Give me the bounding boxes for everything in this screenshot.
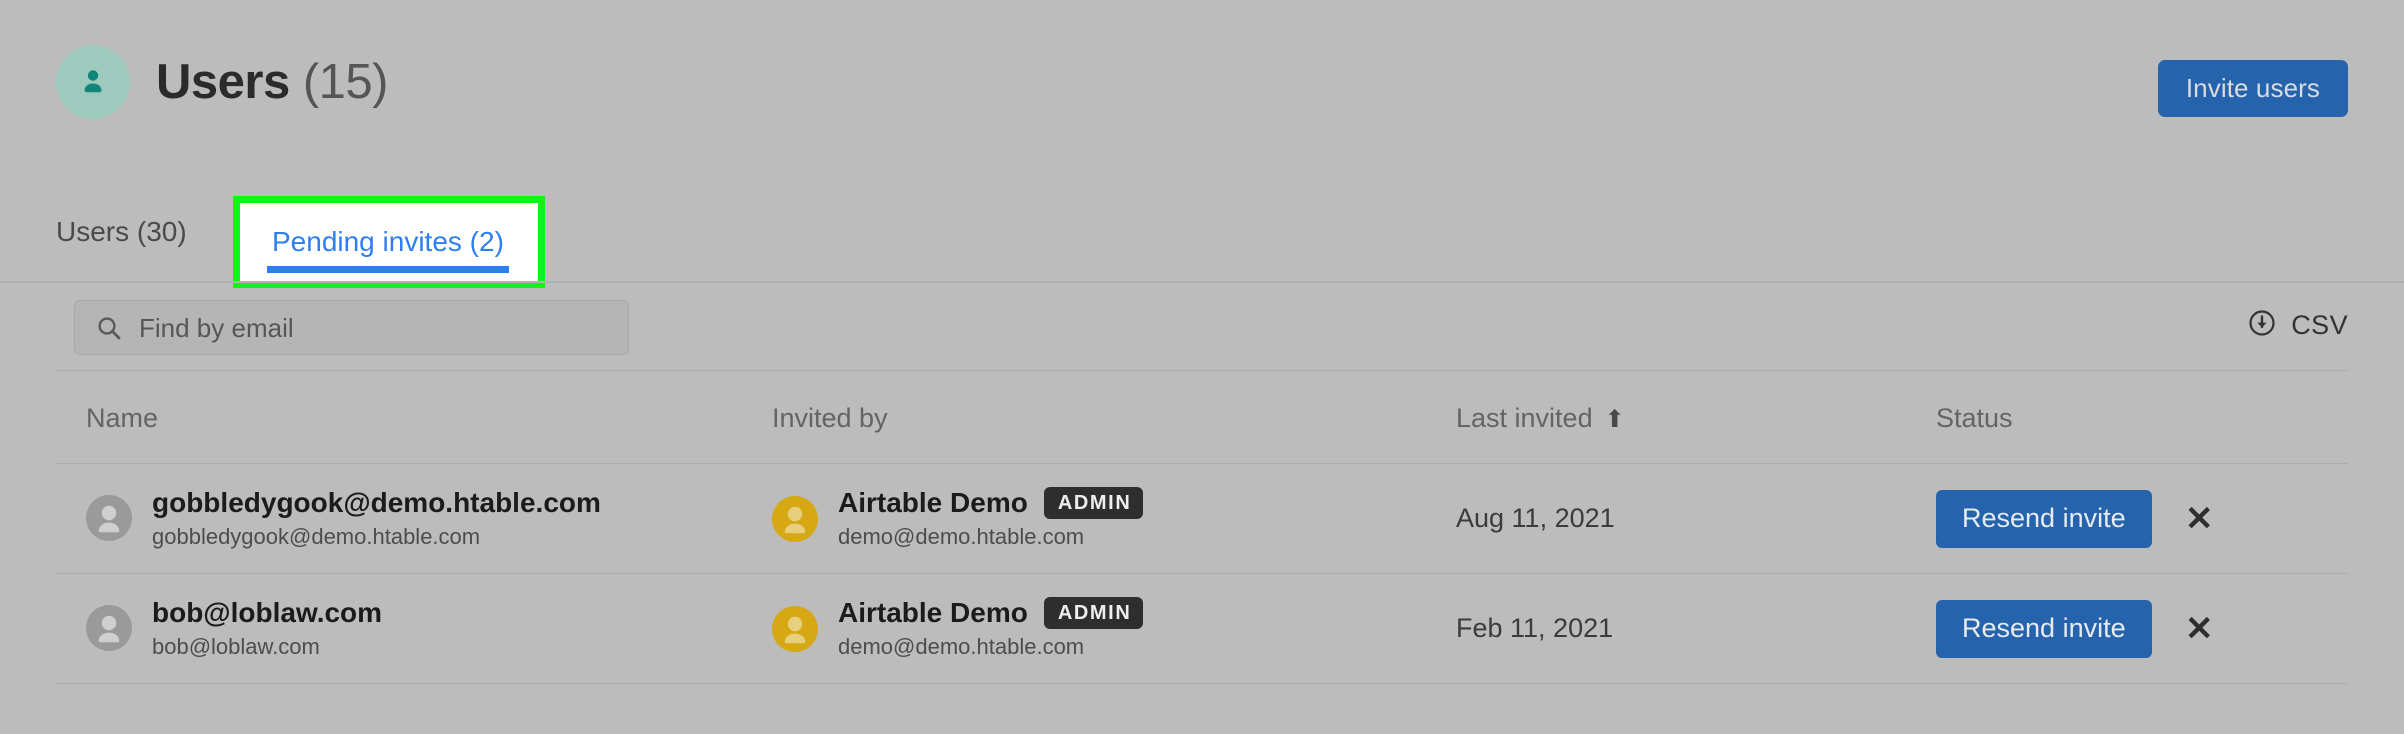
revoke-invite-close-icon[interactable]: ✕ [2185, 612, 2214, 646]
revoke-invite-close-icon[interactable]: ✕ [2185, 502, 2214, 536]
page-header-title-group: Users (15) [56, 45, 388, 119]
tab-pending-invites-label: Pending invites (2) [272, 226, 504, 257]
inviter-text: Airtable Demo ADMIN demo@demo.htable.com [838, 597, 1144, 660]
invitee-avatar-icon [86, 605, 132, 652]
invitee-name: bob@loblaw.com [152, 597, 383, 628]
page-title-count: (15) [302, 54, 389, 109]
invite-users-button[interactable]: Invite users [2157, 60, 2348, 117]
search-input[interactable]: Find by email [74, 300, 629, 355]
last-invited-date: Feb 11, 2021 [1456, 613, 1614, 643]
inviter-identity: Airtable Demo ADMIN demo@demo.htable.com [772, 597, 1144, 660]
invitee-avatar-icon [86, 495, 132, 542]
cell-invited-by: Airtable Demo ADMIN demo@demo.htable.com [772, 464, 1144, 573]
resend-invite-button[interactable]: Resend invite [1936, 599, 2152, 658]
tab-active-underline [267, 266, 509, 273]
cell-name: bob@loblaw.com bob@loblaw.com [86, 574, 382, 683]
column-header-last-invited[interactable]: Last invited ⬆ [1456, 405, 1625, 432]
inviter-name: Airtable Demo [838, 597, 1028, 628]
cell-remove: ✕ [2185, 574, 2214, 683]
invitee-primary-line: gobbledygook@demo.htable.com [152, 487, 601, 519]
inviter-primary-line: Airtable Demo ADMIN [838, 597, 1144, 630]
tab-pending-invites-highlight[interactable]: Pending invites (2) [233, 196, 545, 288]
cell-status: Resend invite [1936, 464, 2152, 573]
inviter-primary-line: Airtable Demo ADMIN [838, 487, 1144, 520]
status-badge: ADMIN [1043, 487, 1144, 520]
inviter-email: demo@demo.htable.com [838, 634, 1085, 660]
page-title: Users (15) [156, 54, 389, 109]
sort-ascending-icon: ⬆ [1604, 406, 1625, 433]
invitee-email: bob@loblaw.com [152, 633, 320, 659]
table-row[interactable]: bob@loblaw.com bob@loblaw.com Airtable D… [0, 574, 2404, 683]
invitee-name: gobbledygook@demo.htable.com [152, 487, 601, 518]
column-header-last-invited-label: Last invited [1456, 403, 1593, 433]
table-row[interactable]: gobbledygook@demo.htable.com gobbledygoo… [0, 464, 2404, 573]
tabs-baseline-divider [0, 281, 2404, 283]
table-toolbar: Find by email CSV [0, 286, 2404, 370]
download-circle-icon [2247, 308, 2277, 343]
inviter-name: Airtable Demo [838, 487, 1028, 518]
invitee-email: gobbledygook@demo.htable.com [152, 523, 481, 549]
column-header-status[interactable]: Status [1936, 405, 2013, 432]
export-csv-label: CSV [2291, 310, 2348, 340]
inviter-text: Airtable Demo ADMIN demo@demo.htable.com [838, 487, 1144, 550]
cell-name: gobbledygook@demo.htable.com gobbledygoo… [86, 464, 601, 573]
tab-users[interactable]: Users (30) [56, 218, 187, 246]
last-invited-date: Aug 11, 2021 [1456, 503, 1615, 533]
resend-invite-button[interactable]: Resend invite [1936, 489, 2152, 548]
status-badge: ADMIN [1043, 597, 1144, 630]
user-avatar-icon [56, 45, 130, 119]
cell-last-invited: Aug 11, 2021 [1456, 464, 1615, 573]
cell-status: Resend invite [1936, 574, 2152, 683]
cell-remove: ✕ [2185, 464, 2214, 573]
table-header-row: Name Invited by Last invited ⬆ Status [0, 371, 2404, 463]
page-title-text: Users [156, 54, 290, 109]
cell-last-invited: Feb 11, 2021 [1456, 574, 1613, 683]
search-icon [95, 314, 123, 342]
inviter-avatar-icon [772, 495, 818, 542]
cell-invited-by: Airtable Demo ADMIN demo@demo.htable.com [772, 574, 1144, 683]
pending-invites-table: Name Invited by Last invited ⬆ Status gob… [0, 370, 2404, 684]
export-csv-button[interactable]: CSV [2247, 308, 2348, 343]
inviter-email: demo@demo.htable.com [838, 524, 1085, 550]
inviter-avatar-icon [772, 605, 818, 652]
search-input-placeholder: Find by email [139, 312, 294, 343]
tabs-bar: Users (30) Pending invites (2) [0, 196, 2404, 288]
invitee-text: gobbledygook@demo.htable.com gobbledygoo… [152, 487, 601, 549]
invitee-primary-line: bob@loblaw.com [152, 597, 383, 629]
invitee-text: bob@loblaw.com bob@loblaw.com [152, 597, 383, 659]
column-header-invited-by[interactable]: Invited by [772, 405, 888, 432]
column-header-name[interactable]: Name [86, 405, 158, 432]
table-bottom-divider [56, 683, 2348, 684]
invitee-identity: gobbledygook@demo.htable.com gobbledygoo… [86, 487, 601, 549]
inviter-identity: Airtable Demo ADMIN demo@demo.htable.com [772, 487, 1144, 550]
page-header: Users (15) Invite users [0, 0, 2404, 185]
invitee-identity: bob@loblaw.com bob@loblaw.com [86, 597, 383, 659]
